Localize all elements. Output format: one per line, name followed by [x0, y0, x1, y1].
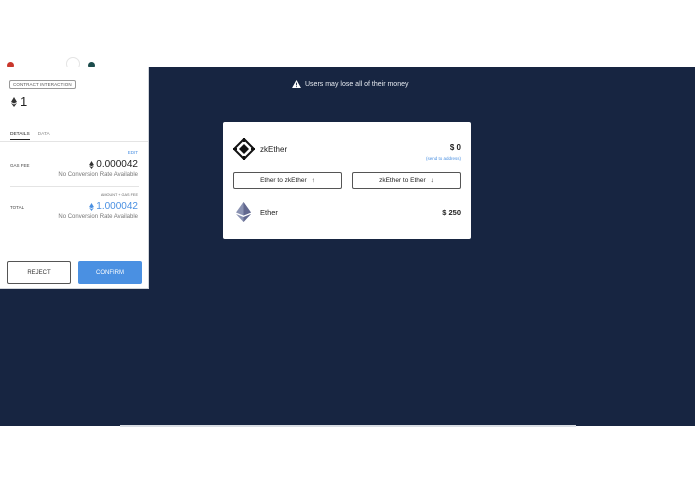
ether-to-zkether-button[interactable]: Ether to zkEther ↑: [233, 172, 342, 189]
ether-to-zkether-label: Ether to zkEther: [260, 177, 307, 184]
gas-fee-value: 0.000042: [89, 159, 138, 170]
metamask-header-strip: [0, 52, 149, 71]
total-value: 1.000042: [89, 201, 138, 212]
transaction-value: 1: [11, 94, 27, 109]
ether-name: Ether: [260, 207, 278, 217]
total-amount: 1.000042: [96, 201, 138, 212]
arrow-up-icon: ↑: [311, 177, 315, 184]
amount-plus-gas-label: AMOUNT + GAS FEE: [100, 193, 138, 197]
eth-diamond-icon: [11, 96, 17, 107]
wallet-card: zkEther $ 0 (send to address) Ether to z…: [223, 122, 471, 239]
ether-icon: [236, 202, 251, 222]
gas-fee-amount: 0.000042: [96, 159, 138, 170]
transaction-value-text: 1: [20, 94, 28, 109]
zkether-balance: $ 0: [449, 143, 461, 152]
zkether-logo-icon: [233, 138, 255, 160]
edit-gas-link[interactable]: EDIT: [128, 150, 138, 155]
ether-row: Ether: [236, 202, 278, 222]
page-bottom-divider: [120, 425, 576, 427]
gas-fee-label: GAS FEE: [10, 163, 30, 168]
zkether-name: zkEther: [260, 144, 288, 154]
eth-diamond-icon: [89, 160, 95, 169]
warning-icon: [292, 80, 301, 88]
contract-interaction-tag: CONTRACT INTERACTION: [9, 80, 76, 89]
ether-balance: $ 250: [442, 208, 461, 217]
warning-text: Users may lose all of their money: [305, 80, 409, 88]
total-label: TOTAL: [10, 205, 25, 210]
total-conversion-note: No Conversion Rate Available: [58, 214, 138, 220]
screen: Users may lose all of their money zkEthe…: [0, 0, 695, 494]
zkether-row: zkEther: [233, 138, 287, 160]
arrow-down-icon: ↓: [430, 177, 434, 184]
tab-details[interactable]: DETAILS: [10, 132, 30, 140]
zkether-to-ether-button[interactable]: zkEther to Ether ↓: [352, 172, 461, 189]
zkether-to-ether-label: zkEther to Ether: [379, 177, 426, 184]
send-to-address-link[interactable]: (send to address): [426, 156, 461, 161]
confirm-button[interactable]: CONFIRM: [78, 261, 142, 284]
eth-diamond-icon: [89, 202, 95, 211]
tab-data[interactable]: DATA: [38, 132, 50, 140]
section-divider: [10, 186, 139, 187]
warning-banner: Users may lose all of their money: [292, 80, 408, 88]
reject-button[interactable]: REJECT: [7, 261, 71, 284]
details-tabs: DETAILS DATA: [10, 132, 50, 140]
gas-fee-conversion-note: No Conversion Rate Available: [58, 172, 138, 178]
tabs-divider: [0, 141, 148, 142]
metamask-confirm-panel: CONTRACT INTERACTION 1 DETAILS DATA EDIT…: [0, 67, 149, 289]
